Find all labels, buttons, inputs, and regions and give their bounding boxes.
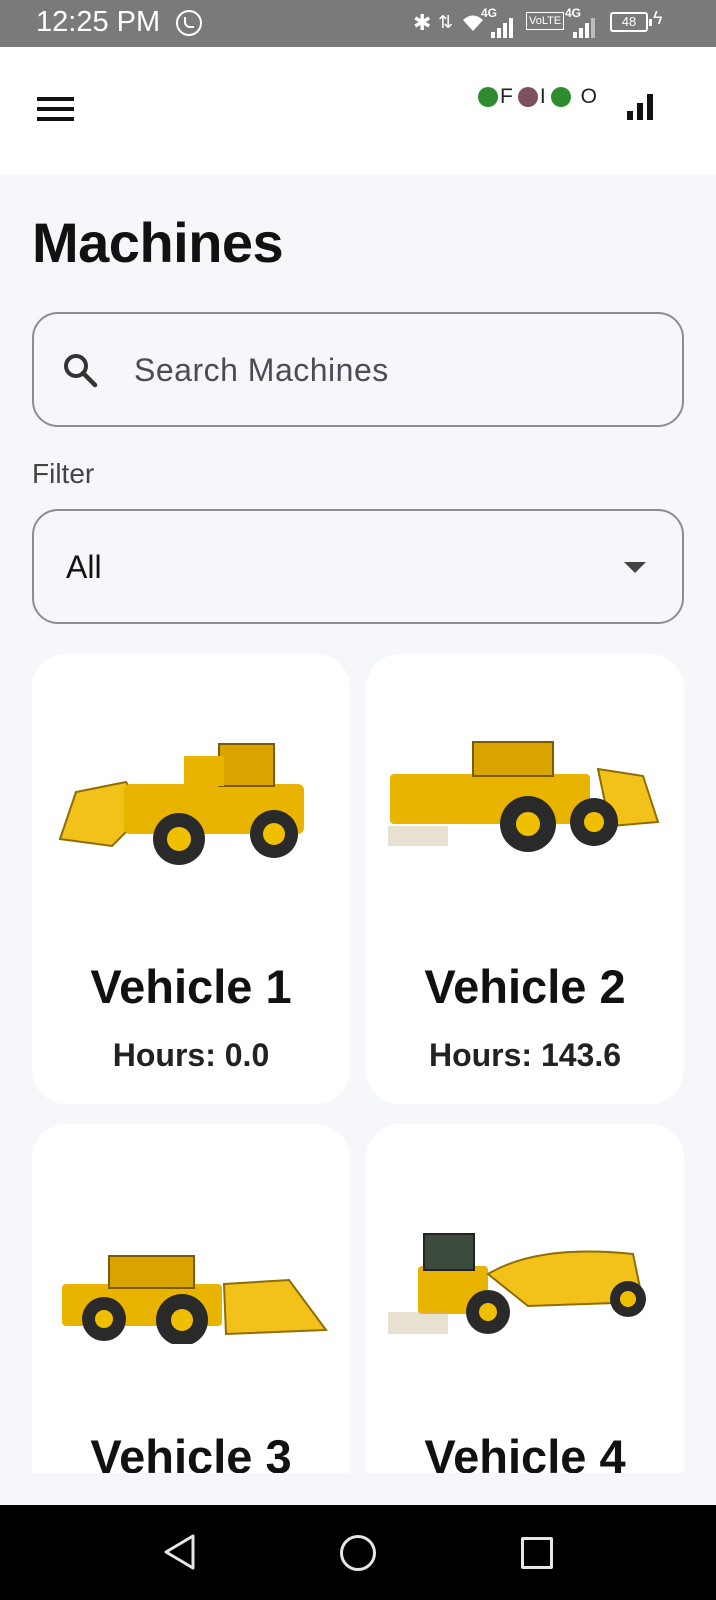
back-icon[interactable] [162, 1533, 196, 1571]
recents-icon[interactable] [521, 1537, 553, 1569]
system-nav-bar [0, 1505, 716, 1600]
home-icon[interactable] [340, 1535, 376, 1571]
filter-label: Filter [32, 458, 95, 489]
machine-image [388, 741, 660, 852]
machine-image [58, 743, 304, 865]
bluetooth-icon: ✱ [413, 10, 432, 35]
search-icon [64, 354, 98, 388]
machine-hours: Hours: 143.6 [428, 1037, 622, 1073]
status-legend: F I O [478, 85, 602, 109]
machine-image [388, 1233, 646, 1334]
dropdown-arrow-icon [624, 562, 646, 573]
signal-strength-icon[interactable] [627, 92, 655, 120]
status-bar: 12:25 PM ✱ ⇅ 4G VoLTE 4G 48 ϟ [0, 0, 716, 47]
legend-label-o: O [580, 85, 598, 108]
status-dot-o [550, 87, 571, 107]
search-input[interactable] [134, 340, 654, 400]
search-box[interactable] [32, 312, 684, 427]
legend-label-f: F [500, 85, 513, 108]
volte-badge: VoLTE [526, 12, 565, 30]
app-bar: F I O [0, 47, 716, 175]
machine-hours: Hours: 0.0 [112, 1037, 270, 1073]
machine-card-1[interactable]: Vehicle 1 Hours: 0.0 [32, 654, 350, 1104]
signal-icon [491, 18, 513, 38]
filter-selected-value: All [66, 549, 102, 585]
filter-dropdown[interactable]: All [32, 509, 684, 624]
machine-name: Vehicle 1 [90, 960, 292, 1013]
charging-icon: ϟ [653, 8, 663, 28]
machine-card-2[interactable]: Vehicle 2 Hours: 143.6 [366, 654, 684, 1104]
machine-card-4[interactable]: Vehicle 4 [366, 1124, 684, 1473]
whatsapp-icon [176, 10, 202, 36]
machine-name: Vehicle 3 [90, 1430, 292, 1473]
signal-icon-2 [573, 18, 595, 38]
status-dot-i [517, 87, 538, 107]
machine-image [62, 1255, 328, 1344]
machine-name: Vehicle 4 [424, 1430, 626, 1473]
legend-label-i: I [539, 85, 546, 108]
status-dot-f [478, 87, 498, 107]
status-time: 12:25 PM [36, 6, 161, 38]
data-arrows-icon: ⇅ [438, 12, 454, 32]
page-title: Machines [32, 211, 284, 274]
menu-icon[interactable] [37, 97, 74, 121]
machine-card-3[interactable]: Vehicle 3 [32, 1124, 350, 1473]
status-icons: ✱ ⇅ 4G VoLTE 4G 48 ϟ [405, 6, 685, 40]
machine-grid: Vehicle 1 Hours: 0.0 Vehicle 2 Hours: 14… [0, 650, 716, 1473]
machine-name: Vehicle 2 [424, 960, 626, 1013]
battery-icon: 48 [610, 12, 652, 32]
